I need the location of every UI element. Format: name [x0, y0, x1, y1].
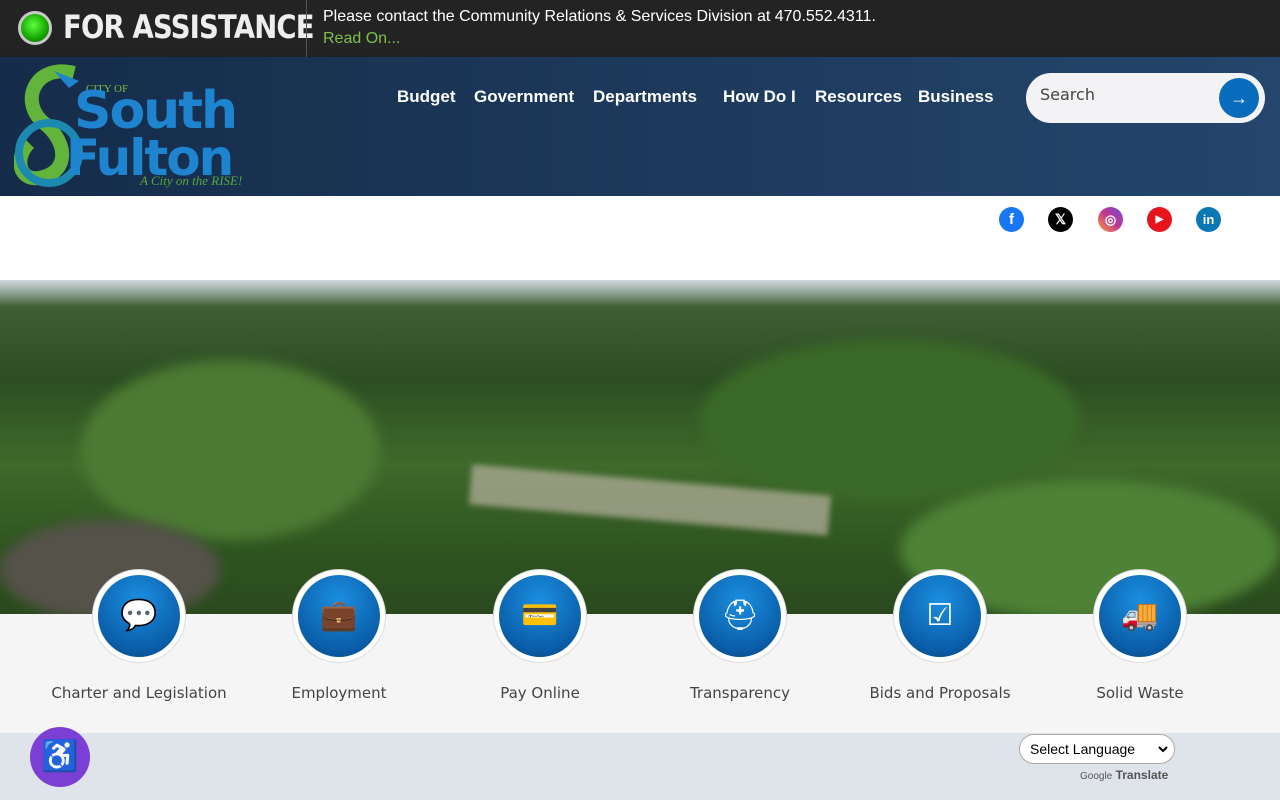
checklist-icon: ☑: [899, 575, 981, 657]
nav-resources[interactable]: Resources: [815, 87, 902, 107]
logo-tagline: A City on the RISE!: [140, 173, 243, 188]
accessibility-button[interactable]: ♿: [30, 727, 90, 787]
quick-link-employment[interactable]: 💼 Employment: [239, 570, 439, 710]
briefcase-icon: 💼: [298, 575, 380, 657]
quick-link-solid-waste[interactable]: 🚚 Solid Waste: [1040, 570, 1240, 710]
youtube-icon[interactable]: ▶: [1147, 207, 1172, 232]
nav-budget[interactable]: Budget: [397, 87, 456, 107]
google-translate-credit: Google Translate: [1080, 768, 1168, 782]
divider: [306, 0, 307, 57]
x-twitter-icon[interactable]: 𝕏: [1048, 207, 1073, 232]
garbage-truck-icon: 🚚: [1099, 575, 1181, 657]
facebook-icon[interactable]: f: [999, 207, 1024, 232]
quick-link-pay-online[interactable]: 💳 Pay Online: [440, 570, 640, 710]
language-select[interactable]: Select Language: [1026, 735, 1171, 763]
hero-image: [0, 280, 1280, 615]
search-input[interactable]: [1040, 85, 1210, 104]
language-selector[interactable]: Select Language: [1019, 734, 1175, 764]
tile-label: Bids and Proposals: [869, 684, 1011, 702]
read-on-link[interactable]: Read On...: [323, 30, 400, 48]
accessibility-icon: ♿: [41, 740, 79, 773]
tile-label: Employment: [291, 684, 387, 702]
tile-label: Pay Online: [500, 684, 580, 702]
quick-link-transparency[interactable]: ⛑ Transparency: [640, 570, 840, 710]
social-band: [0, 196, 1280, 282]
nav-government[interactable]: Government: [474, 87, 574, 107]
translate-label: Translate: [1115, 768, 1169, 782]
tile-label: Charter and Legislation: [51, 684, 227, 702]
instagram-icon[interactable]: ◎: [1098, 207, 1123, 232]
status-light-icon: [18, 11, 52, 45]
alert-message: Please contact the Community Relations &…: [323, 8, 876, 25]
nav-how-do-i[interactable]: How Do I: [723, 87, 796, 107]
quick-link-charter-legislation[interactable]: 💬 Charter and Legislation: [39, 570, 239, 710]
tile-label: Transparency: [689, 684, 791, 702]
nav-departments[interactable]: Departments: [593, 87, 697, 107]
search-box: →: [1026, 73, 1265, 123]
city-logo[interactable]: CITY OF South Fulton A City on the RISE!: [14, 63, 259, 191]
chat-icon: 💬: [98, 575, 180, 657]
hard-hat-icon: ⛑: [699, 575, 781, 657]
alert-title: FOR ASSISTANCE: [63, 8, 315, 46]
arrow-right-icon: →: [1230, 88, 1248, 108]
linkedin-icon[interactable]: in: [1196, 207, 1221, 232]
credit-card-icon: 💳: [499, 575, 581, 657]
alert-bar: FOR ASSISTANCE Please contact the Commun…: [0, 0, 1280, 57]
quick-link-bids-proposals[interactable]: ☑ Bids and Proposals: [840, 570, 1040, 710]
google-label: Google: [1080, 771, 1113, 782]
nav-business[interactable]: Business: [918, 87, 994, 107]
tile-label: Solid Waste: [1096, 684, 1184, 702]
search-submit-button[interactable]: →: [1219, 78, 1259, 118]
